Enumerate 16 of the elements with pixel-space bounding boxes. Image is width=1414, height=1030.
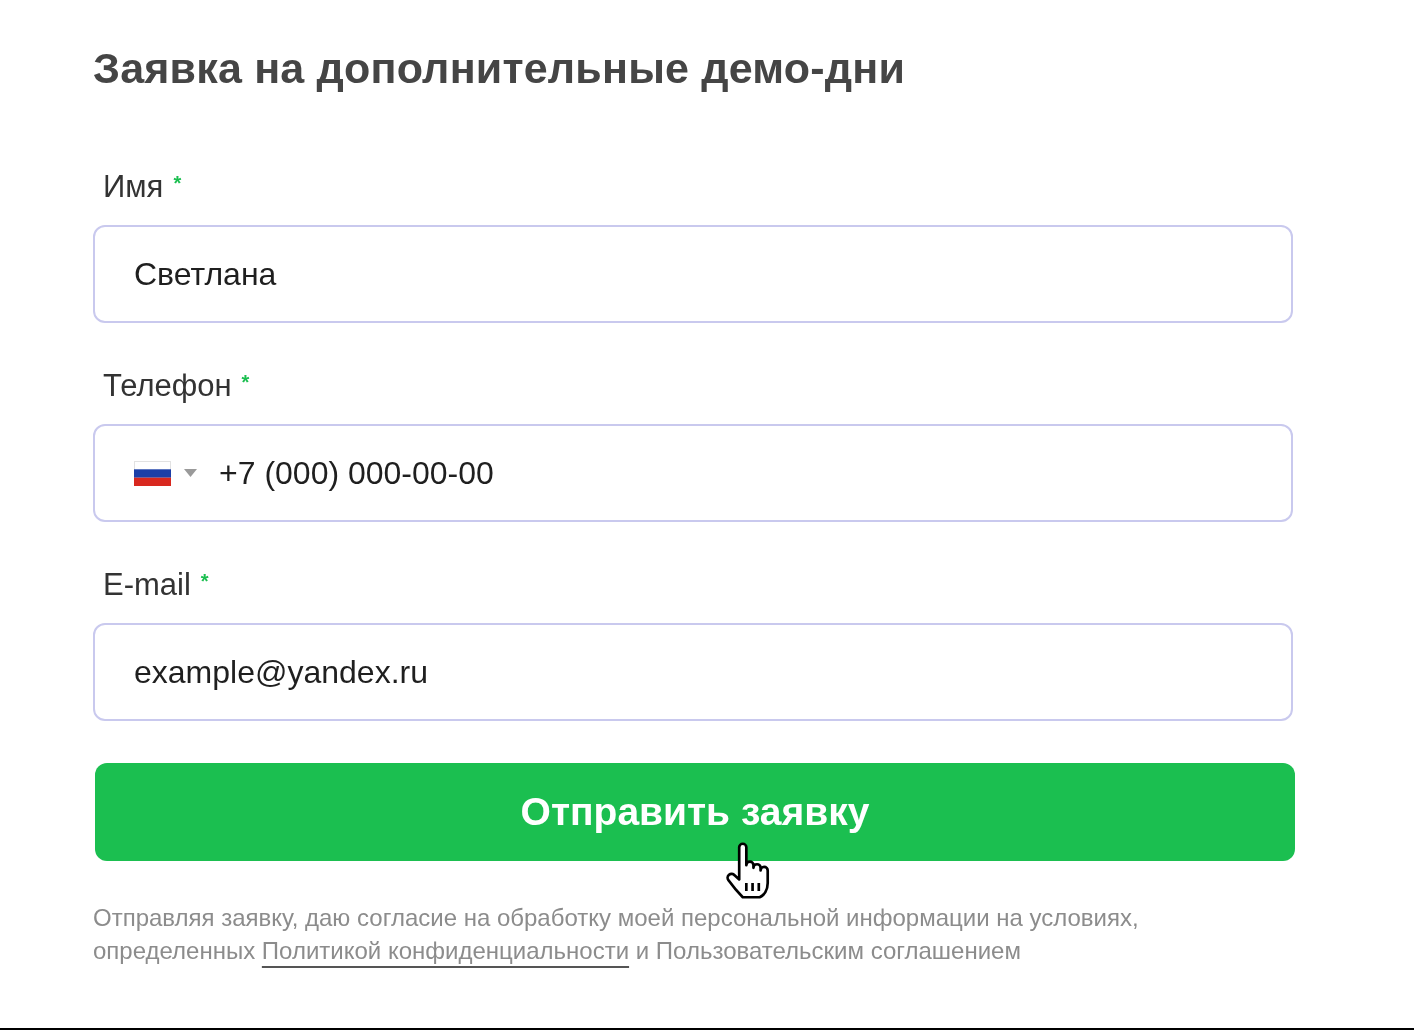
required-mark: *	[200, 571, 209, 591]
input-field[interactable]: Светлана	[93, 225, 1293, 323]
field-label: Телефон	[103, 369, 232, 403]
input-field[interactable]: example@yandex.ru	[93, 623, 1293, 721]
consent-text: Отправляя заявку, даю согласие на обработку моей персональной информации на условиях, определенных Политикой конфиденциальности и Пользовательским соглашением	[93, 903, 1140, 966]
caret-icon[interactable]	[184, 469, 197, 477]
field-label: Имя	[103, 170, 164, 204]
form-title: Заявка на дополнительные демо-дни	[93, 43, 906, 94]
required-mark: *	[173, 173, 182, 193]
phone-input[interactable]: +7 (000) 000-00-00	[219, 454, 1291, 492]
submit-button[interactable]: Отправить заявку	[95, 763, 1295, 861]
required-mark: *	[241, 372, 250, 392]
phone-field[interactable]: +7 (000) 000-00-00	[93, 424, 1293, 522]
flag-icon	[134, 460, 171, 486]
privacy-policy-link[interactable]: Политикой конфиденциальности	[261, 937, 630, 964]
field-label: E-mail	[103, 568, 191, 602]
